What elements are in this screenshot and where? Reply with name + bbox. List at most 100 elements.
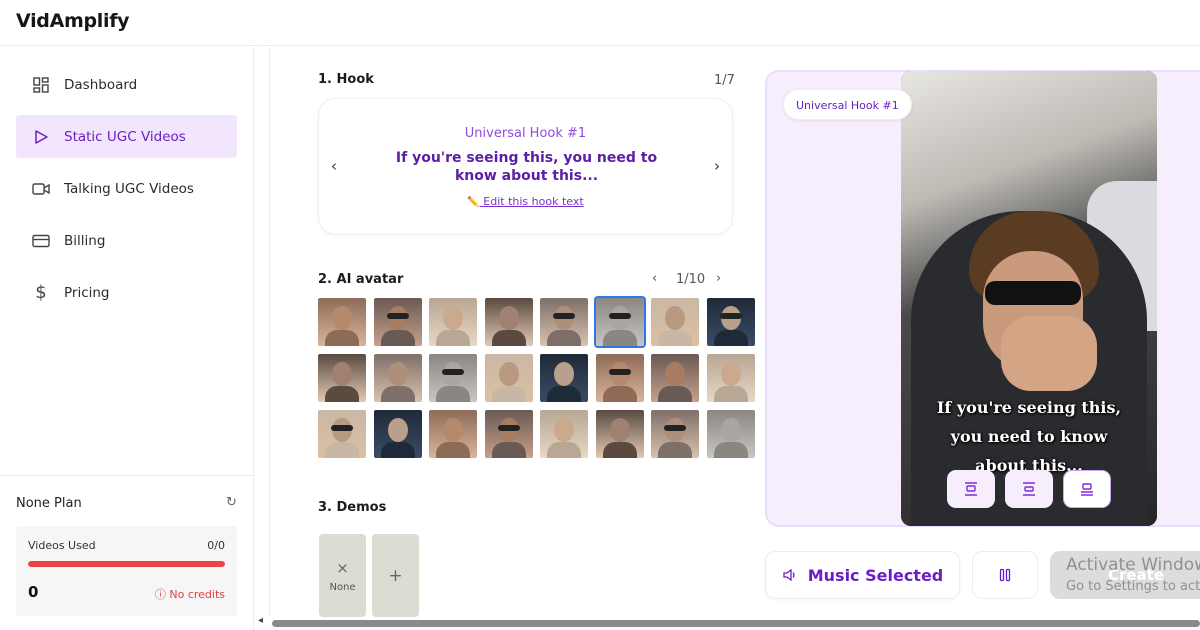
horizontal-scrollbar[interactable]: ◂	[256, 615, 1200, 630]
avatar-thumbnail[interactable]	[429, 354, 477, 402]
avatar-thumbnail[interactable]	[540, 410, 588, 458]
avatar-prev-chevron-icon[interactable]: ‹	[652, 271, 657, 286]
plus-icon: +	[388, 565, 403, 586]
avatar-body	[436, 442, 470, 458]
avatar-thumbnail[interactable]	[318, 298, 366, 346]
avatar-sunglasses	[608, 369, 631, 375]
avatar-sunglasses	[331, 425, 353, 431]
add-demo-button[interactable]: +	[372, 534, 419, 617]
avatar-thumbnail[interactable]	[484, 354, 533, 402]
demo-none-label: None	[329, 581, 356, 593]
avatar-face	[498, 362, 519, 386]
avatar-body	[602, 386, 637, 402]
windows-activation-watermark-subtitle: Go to Settings to activate Windows.	[1066, 579, 1200, 594]
scrollbar-thumb[interactable]	[272, 620, 1200, 627]
avatar-sunglasses	[664, 425, 686, 431]
brand-logo[interactable]: VidAmplify	[16, 10, 130, 32]
avatar-body	[658, 386, 692, 402]
pencil-icon: ✏️	[467, 197, 480, 208]
sidebar-item-talking-ugc-videos[interactable]: Talking UGC Videos	[16, 167, 237, 210]
avatar-sunglasses	[497, 425, 520, 431]
no-credits-warning: ⓘ No credits	[155, 586, 225, 602]
avatar-face	[443, 418, 463, 442]
avatar-body	[658, 330, 692, 346]
avatar-thumbnail[interactable]	[484, 410, 533, 458]
avatar-thumbnail[interactable]	[651, 298, 699, 346]
pause-button[interactable]	[972, 551, 1038, 599]
sidebar-item-label: Pricing	[64, 284, 110, 301]
avatar-thumbnail[interactable]	[651, 354, 699, 402]
avatar-face	[720, 362, 741, 386]
no-credits-label: No credits	[169, 588, 225, 601]
sidebar-item-pricing[interactable]: $ Pricing	[16, 271, 237, 314]
person-sunglasses	[985, 281, 1081, 305]
edit-hook-link[interactable]: ✏️ Edit this hook text	[319, 195, 732, 208]
avatar-thumbnail[interactable]	[484, 298, 533, 346]
align-middle-icon	[1023, 482, 1035, 496]
avatar-thumbnail[interactable]	[706, 410, 755, 458]
avatar-body	[325, 386, 359, 402]
avatar-thumbnail[interactable]	[318, 354, 366, 402]
avatar-face	[665, 362, 685, 386]
avatar-thumbnail[interactable]	[540, 354, 588, 402]
avatar-thumbnail[interactable]	[706, 298, 755, 346]
avatar-thumbnail[interactable]	[593, 296, 646, 348]
align-top-icon	[965, 482, 977, 496]
refresh-icon[interactable]: ↻	[226, 495, 237, 510]
avatar-sunglasses	[719, 313, 742, 319]
avatar-sunglasses	[442, 369, 464, 375]
avatar-counter: 1/10	[676, 272, 706, 287]
avatar-body	[380, 386, 415, 402]
avatar-face	[609, 418, 630, 442]
avatar-next-chevron-icon[interactable]: ›	[716, 271, 721, 286]
avatar-face	[332, 362, 352, 386]
hook-text: If you're seeing this, you need to know …	[395, 150, 658, 184]
hook-label: Universal Hook #1	[464, 126, 587, 141]
avatar-sunglasses	[386, 313, 409, 319]
video-preview-frame[interactable]: If you're seeing this, you need to know …	[901, 71, 1157, 526]
caption-line-2: you need to know	[950, 427, 1108, 446]
avatar-face	[665, 306, 685, 330]
preview-hook-badge: Universal Hook #1	[783, 89, 912, 120]
avatar-thumbnail[interactable]	[318, 410, 366, 458]
avatar-sunglasses	[608, 313, 631, 319]
avatar-section-title: 2. AI avatar	[318, 272, 404, 287]
avatar-thumbnail[interactable]	[595, 354, 644, 402]
usage-card: Videos Used 0/0 0 ⓘ No credits	[16, 526, 237, 616]
avatar-sunglasses	[553, 313, 575, 319]
hook-next-chevron-icon[interactable]: ›	[714, 157, 720, 175]
avatar-thumbnail[interactable]	[540, 298, 588, 346]
demo-none-tile[interactable]: × None	[319, 534, 366, 617]
align-middle-button[interactable]	[1005, 470, 1053, 508]
plan-title: None Plan	[16, 496, 82, 511]
avatar-thumbnail[interactable]	[595, 410, 644, 458]
hook-prev-chevron-icon[interactable]: ‹	[331, 157, 337, 175]
avatar-body	[713, 386, 748, 402]
hook-counter: 1/7	[714, 73, 735, 88]
avatar-thumbnail[interactable]	[706, 354, 755, 402]
align-top-button[interactable]	[947, 470, 995, 508]
sidebar-item-label: Dashboard	[64, 76, 138, 93]
videos-used-label: Videos Used	[28, 539, 96, 552]
avatar-thumbnail[interactable]	[429, 410, 477, 458]
avatar-thumbnail[interactable]	[373, 354, 422, 402]
avatar-thumbnail[interactable]	[651, 410, 699, 458]
avatar-thumbnail[interactable]	[373, 410, 422, 458]
avatar-body	[602, 442, 637, 458]
person-hand	[1001, 316, 1097, 391]
warning-circle-icon: ⓘ	[154, 588, 166, 601]
sidebar-item-billing[interactable]: Billing	[16, 219, 237, 262]
avatar-thumbnail[interactable]	[373, 298, 422, 346]
scroll-left-arrow-icon[interactable]: ◂	[258, 615, 263, 626]
plan-panel: None Plan ↻ Videos Used 0/0 0 ⓘ No credi…	[0, 475, 254, 630]
avatar-body	[713, 330, 748, 346]
close-icon: ×	[336, 558, 349, 577]
avatar-face	[443, 306, 463, 330]
music-selected-button[interactable]: Music Selected	[765, 551, 960, 599]
sidebar-item-static-ugc-videos[interactable]: Static UGC Videos	[16, 115, 237, 158]
sidebar-item-dashboard[interactable]: Dashboard	[16, 63, 237, 106]
avatar-face	[554, 362, 574, 386]
avatar-body	[602, 330, 637, 346]
align-bottom-button[interactable]	[1063, 470, 1111, 508]
avatar-thumbnail[interactable]	[429, 298, 477, 346]
